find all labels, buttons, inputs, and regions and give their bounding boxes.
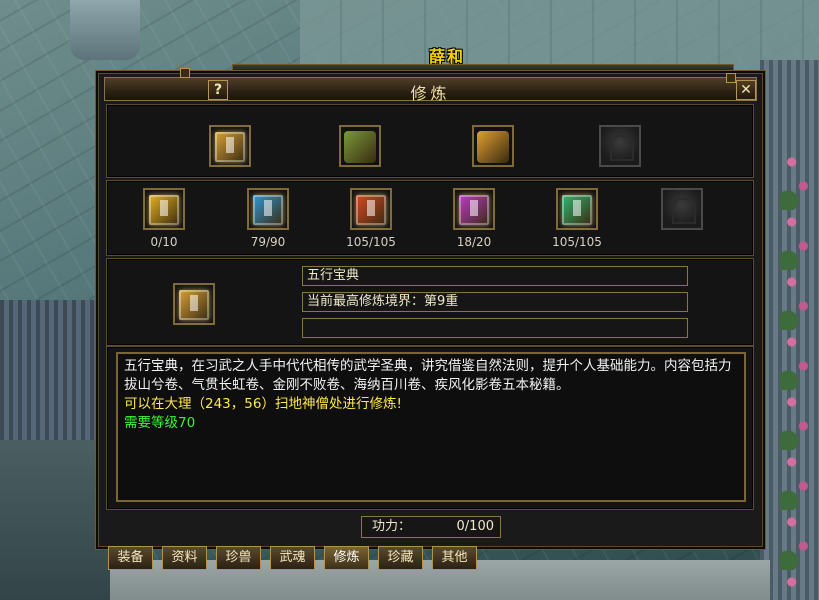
stone-plaza [300,0,819,70]
skill-book-progress: 79/90 [250,235,286,249]
left-roof [0,300,110,440]
window-top-ornament [232,64,734,73]
skill-books-panel: 0/10 79/90 105/105 18/20 105/105 [106,180,754,256]
skill-book-slot-5[interactable] [556,188,598,230]
empty-slot-icon[interactable] [661,188,703,230]
skill-book-slot-4[interactable] [453,188,495,230]
close-button[interactable]: ✕ [736,80,756,100]
skill-book-slot-1[interactable] [143,188,185,230]
skill-book-progress: 105/105 [346,235,396,249]
power-value: 0/100 [456,519,494,534]
purple-book-icon [459,195,489,225]
tab-other[interactable]: 其他 [432,546,477,570]
tab-pets[interactable]: 珍兽 [216,546,261,570]
red-book-icon [356,195,386,225]
book-name-field: 五行宝典 [302,266,688,286]
tab-profile[interactable]: 资料 [162,546,207,570]
yellow-book-icon [149,195,179,225]
level-requirement: 需要等级70 [124,415,196,431]
skill-book-slot-3[interactable] [350,188,392,230]
top-items-panel [106,104,754,178]
window-title: 修炼 [410,84,451,103]
skill-book-progress: 0/10 [150,235,178,249]
treasure-icon [477,131,509,163]
flower-bushes [780,150,819,600]
window-title-bar[interactable]: 修炼 [104,77,757,103]
tab-equipment[interactable]: 装备 [108,546,153,570]
corner-ornament [180,68,190,78]
item-slot-2[interactable] [339,125,381,167]
cultivation-realm-field: 当前最高修炼境界：第9重 [302,292,688,312]
left-wall [0,440,110,600]
power-label: 功力： [372,519,412,534]
tab-cultivation[interactable]: 修炼 [324,546,369,570]
blue-book-icon [253,195,283,225]
tab-martial-soul[interactable]: 武魂 [270,546,315,570]
power-display: 功力： 0/100 [361,516,501,538]
tab-collection[interactable]: 珍藏 [378,546,423,570]
item-slot-1[interactable] [209,125,251,167]
green-book-icon [562,195,592,225]
empty-slot-icon[interactable] [599,125,641,167]
skill-book-progress: 18/20 [456,235,492,249]
item-slot-3[interactable] [472,125,514,167]
help-button[interactable]: ? [208,80,228,100]
description-text: 五行宝典，在习武之人手中代代相传的武学圣典，讲究借鉴自然法则，提升个人基础能力。… [124,358,732,393]
location-hint: 可以在大理（243，56）扫地神僧处进行修炼! [124,396,402,412]
golden-book-icon [215,132,245,162]
corner-ornament [726,73,736,83]
description-box: 五行宝典，在习武之人手中代代相传的武学圣典，讲究借鉴自然法则，提升个人基础能力。… [116,352,746,502]
bundle-icon [344,131,376,163]
extra-info-field [302,318,688,338]
golden-book-icon [179,290,209,320]
skill-book-progress: 105/105 [552,235,602,249]
selected-book-slot[interactable] [173,283,215,325]
skill-book-slot-2[interactable] [247,188,289,230]
statue [70,0,140,60]
